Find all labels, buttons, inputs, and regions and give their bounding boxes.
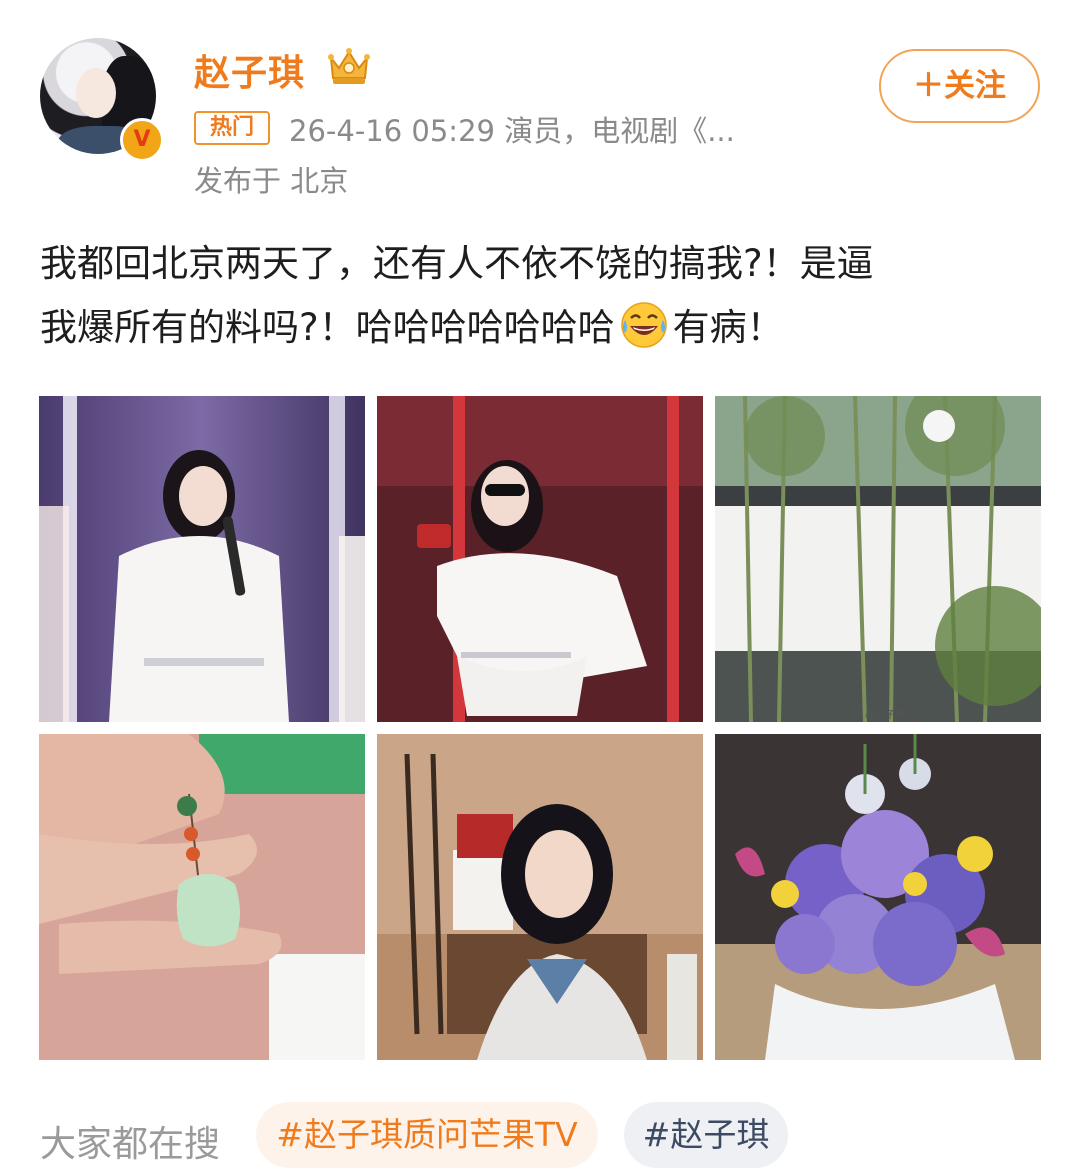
post-text: 我都回北京两天了，还有人不依不饶的搞我?！是逼 我爆所有的料吗?！哈哈哈哈哈哈哈… bbox=[40, 232, 1040, 360]
photo-flower-bouquet[interactable] bbox=[715, 734, 1041, 1060]
photo-jade-pendant[interactable] bbox=[39, 734, 365, 1060]
verified-badge-icon: V bbox=[120, 118, 164, 162]
post-text-line-2a: 我爆所有的料吗?！哈哈哈哈哈哈哈 bbox=[40, 306, 615, 349]
photo-watermark: @赵子琪 bbox=[865, 708, 905, 721]
post-meta: 26-4-16 05:29 演员，电视剧《... bbox=[289, 114, 735, 148]
hot-tag: 热门 bbox=[194, 111, 270, 145]
photo-bamboo-wall[interactable]: @赵子琪 bbox=[715, 396, 1041, 722]
post-location: 发布于 北京 bbox=[194, 164, 349, 198]
crown-icon bbox=[328, 48, 370, 84]
trending-tag-1[interactable]: #赵子琪质问芒果TV bbox=[256, 1102, 598, 1168]
avatar-face bbox=[76, 68, 116, 118]
photo-grid: @赵子琪 bbox=[39, 396, 1041, 1060]
username[interactable]: 赵子琪 bbox=[194, 44, 305, 96]
post-text-line-2: 我爆所有的料吗?！哈哈哈哈哈哈哈 有病！ bbox=[40, 296, 1040, 360]
photo-stage-sunglasses[interactable] bbox=[377, 396, 703, 722]
post-text-line-1: 我都回北京两天了，还有人不依不饶的搞我?！是逼 bbox=[40, 242, 874, 285]
trending-search-label: 大家都在搜 bbox=[40, 1124, 221, 1165]
photo-stage-white-dress-1[interactable] bbox=[39, 396, 365, 722]
post-header: V 赵子琪 热门 26-4-16 05:29 演员，电视剧《... 发布于 北京… bbox=[0, 0, 1080, 210]
post-text-line-2b: 有病！ bbox=[672, 306, 784, 349]
trending-tag-2[interactable]: #赵子琪 bbox=[624, 1102, 788, 1168]
follow-button[interactable]: ＋关注 bbox=[879, 49, 1040, 123]
laughing-tears-emoji-icon bbox=[620, 302, 667, 348]
photo-selfie-room[interactable] bbox=[377, 734, 703, 1060]
